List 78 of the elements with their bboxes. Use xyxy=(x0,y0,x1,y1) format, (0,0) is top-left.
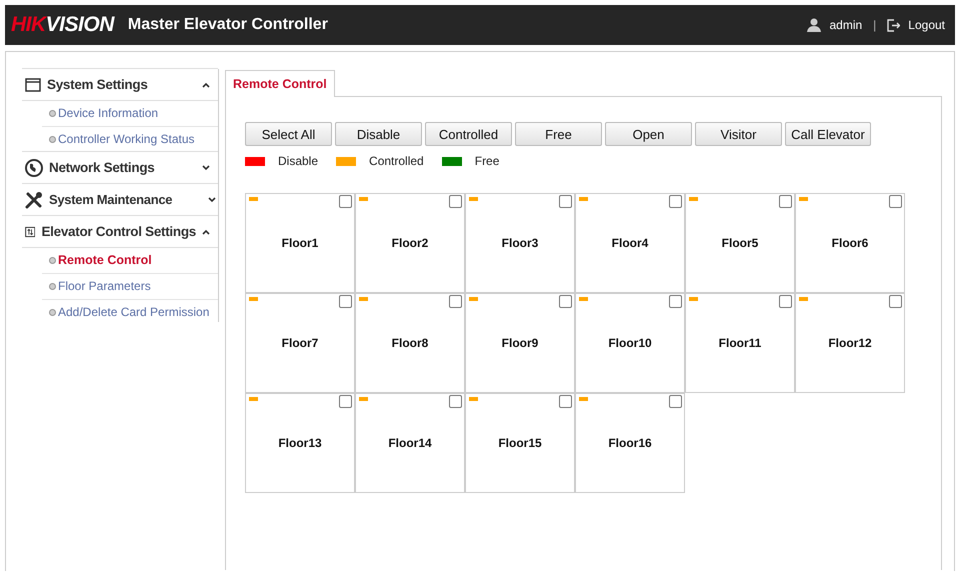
floor-label: Floor9 xyxy=(502,336,538,350)
checkbox[interactable] xyxy=(559,395,572,408)
floor-label: Floor16 xyxy=(608,436,652,450)
legend-label: Disable xyxy=(278,154,318,168)
sidebar-group[interactable]: Network Settings xyxy=(22,151,218,184)
floor-label: Floor10 xyxy=(608,336,652,350)
action-button[interactable]: Select All xyxy=(245,122,332,146)
checkbox[interactable] xyxy=(889,295,902,308)
checkbox[interactable] xyxy=(449,195,462,208)
window-icon xyxy=(25,76,41,92)
floor-label: Floor12 xyxy=(828,336,872,350)
floor-label: Floor3 xyxy=(502,236,538,250)
sidebar-group[interactable]: System Settings xyxy=(22,68,218,101)
logout-link[interactable]: Logout xyxy=(908,18,945,32)
checkbox[interactable] xyxy=(339,195,352,208)
floor-label: Floor6 xyxy=(832,236,868,250)
sidebar-item[interactable]: Add/Delete Card Permission xyxy=(42,300,218,325)
sidebar-item[interactable]: Remote Control xyxy=(42,248,218,274)
checkbox[interactable] xyxy=(449,395,462,408)
floor-label: Floor11 xyxy=(718,336,762,350)
floor-tile[interactable]: Floor9 xyxy=(465,293,575,393)
checkbox[interactable] xyxy=(889,195,902,208)
action-button[interactable]: Visitor xyxy=(695,122,782,146)
username: admin xyxy=(829,18,862,32)
floor-tile[interactable]: Floor15 xyxy=(465,393,575,493)
legend-label: Free xyxy=(474,154,500,168)
action-button[interactable]: Controlled xyxy=(425,122,512,146)
floor-label: Floor5 xyxy=(722,236,758,250)
globe-icon xyxy=(25,158,43,176)
floor-tile[interactable]: Floor2 xyxy=(355,193,465,293)
floor-label: Floor4 xyxy=(612,236,648,250)
action-button[interactable]: Free xyxy=(515,122,602,146)
app-title: Master Elevator Controller xyxy=(128,16,329,34)
floor-tile[interactable]: Floor6 xyxy=(795,193,905,293)
sidebar-item[interactable]: Controller Working Status xyxy=(42,127,218,152)
sidebar-item[interactable]: Floor Parameters xyxy=(42,274,218,300)
separator: | xyxy=(873,18,876,32)
floor-tile[interactable]: Floor5 xyxy=(685,193,795,293)
checkbox[interactable] xyxy=(779,295,792,308)
action-button[interactable]: Open xyxy=(605,122,692,146)
action-button[interactable]: Call Elevator xyxy=(785,122,871,146)
floor-label: Floor7 xyxy=(282,336,318,350)
floor-tile[interactable]: Floor8 xyxy=(355,293,465,393)
checkbox[interactable] xyxy=(669,395,682,408)
checkbox[interactable] xyxy=(339,395,352,408)
floor-label: Floor13 xyxy=(278,436,322,450)
floor-label: Floor15 xyxy=(498,436,542,450)
floor-label: Floor8 xyxy=(392,336,428,350)
checkbox[interactable] xyxy=(449,295,462,308)
tab[interactable]: Remote Control xyxy=(225,70,335,97)
checkbox[interactable] xyxy=(779,195,792,208)
floor-tile[interactable]: Floor16 xyxy=(575,393,685,493)
floor-tile[interactable]: Floor10 xyxy=(575,293,685,393)
floor-tile[interactable]: Floor4 xyxy=(575,193,685,293)
floor-tile[interactable]: Floor13 xyxy=(245,393,355,493)
floor-tile[interactable]: Floor12 xyxy=(795,293,905,393)
floor-tile[interactable]: Floor3 xyxy=(465,193,575,293)
checkbox[interactable] xyxy=(339,295,352,308)
floor-tile[interactable]: Floor11 xyxy=(685,293,795,393)
checkbox[interactable] xyxy=(559,295,572,308)
tools-icon xyxy=(25,190,43,208)
checkbox[interactable] xyxy=(669,195,682,208)
floor-label: Floor14 xyxy=(388,436,432,450)
sidebar-group[interactable]: Elevator Control Settings xyxy=(22,215,218,248)
floor-tile[interactable]: Floor14 xyxy=(355,393,465,493)
floor-tile[interactable]: Floor7 xyxy=(245,293,355,393)
floor-label: Floor1 xyxy=(282,236,318,250)
brand-logo: HIKVISION xyxy=(11,13,114,37)
floor-tile[interactable]: Floor1 xyxy=(245,193,355,293)
sidebar-group[interactable]: System Maintenance xyxy=(22,183,218,216)
floor-label: Floor2 xyxy=(392,236,428,250)
action-button[interactable]: Disable xyxy=(335,122,422,146)
checkbox[interactable] xyxy=(669,295,682,308)
checkbox[interactable] xyxy=(559,195,572,208)
sidebar-item[interactable]: Device Information xyxy=(42,101,218,127)
user-icon xyxy=(807,18,822,32)
logout-icon xyxy=(887,18,900,32)
legend-label: Controlled xyxy=(369,154,424,168)
